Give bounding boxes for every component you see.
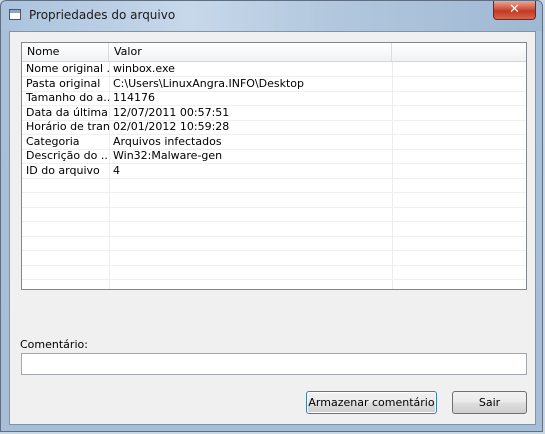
cell-value: Arquivos infectados [113, 134, 222, 148]
properties-list[interactable]: Nome Valor Nome original ... winbox.exe Pa… [21, 42, 527, 290]
cell-value: 12/07/2011 00:57:51 [113, 105, 230, 119]
window-title: Propriedades do arquivo [29, 8, 176, 22]
comment-input[interactable] [21, 353, 527, 375]
table-row [22, 178, 526, 193]
table-row[interactable]: Descrição do ... Win32:Malware-gen [22, 149, 526, 164]
table-row[interactable]: Horário de tran... 02/01/2012 10:59:28 [22, 120, 526, 135]
table-row[interactable]: Nome original ... winbox.exe [22, 62, 526, 77]
table-row[interactable]: ID do arquivo 4 [22, 164, 526, 179]
cell-value: 02/01/2012 10:59:28 [113, 120, 230, 133]
list-body: Nome original ... winbox.exe Pasta origina… [22, 62, 526, 289]
cell-name: ID do arquivo [26, 163, 100, 177]
cell-value: 114176 [113, 91, 155, 104]
cell-name: Horário de tran... [26, 120, 109, 133]
window-icon [9, 9, 21, 20]
cell-value: 4 [113, 163, 120, 177]
cell-name: Data da última... [26, 105, 109, 119]
table-row[interactable]: Categoria Arquivos infectados [22, 135, 526, 150]
dialog-client-area: Nome Valor Nome original ... winbox.exe Pa… [9, 31, 536, 425]
cell-name: Nome original ... [26, 62, 109, 75]
close-button[interactable]: ✕ [493, 1, 536, 20]
table-row [22, 251, 526, 266]
column-header-value[interactable]: Valor [109, 43, 392, 61]
table-row[interactable]: Pasta original C:\Users\LinuxAngra.INFO\D… [22, 77, 526, 92]
table-row [22, 265, 526, 280]
cell-name: Descrição do ... [26, 149, 109, 162]
table-row [22, 207, 526, 222]
properties-window: Propriedades do arquivo ✕ Nome Valor Nom… [0, 0, 543, 432]
store-comment-button[interactable]: Armazenar comentário [306, 391, 437, 414]
exit-button[interactable]: Sair [452, 391, 527, 414]
column-header-name[interactable]: Nome [22, 43, 109, 61]
cell-value: C:\Users\LinuxAngra.INFO\Desktop [113, 76, 305, 90]
table-row [22, 280, 526, 290]
table-row[interactable]: Tamanho do a... 114176 [22, 91, 526, 106]
table-row [22, 193, 526, 208]
table-row [22, 236, 526, 251]
close-icon: ✕ [509, 2, 520, 17]
cell-value: winbox.exe [113, 62, 175, 75]
comment-label: Comentário: [20, 338, 88, 351]
table-row [22, 222, 526, 237]
cell-name: Tamanho do a... [26, 91, 109, 104]
cell-name: Pasta original [26, 76, 101, 90]
title-bar[interactable]: Propriedades do arquivo ✕ [1, 1, 542, 31]
list-header: Nome Valor [22, 43, 526, 62]
cell-name: Categoria [26, 134, 80, 148]
column-header-extra[interactable] [392, 43, 526, 61]
table-row[interactable]: Data da última... 12/07/2011 00:57:51 [22, 106, 526, 121]
cell-value: Win32:Malware-gen [113, 149, 223, 162]
